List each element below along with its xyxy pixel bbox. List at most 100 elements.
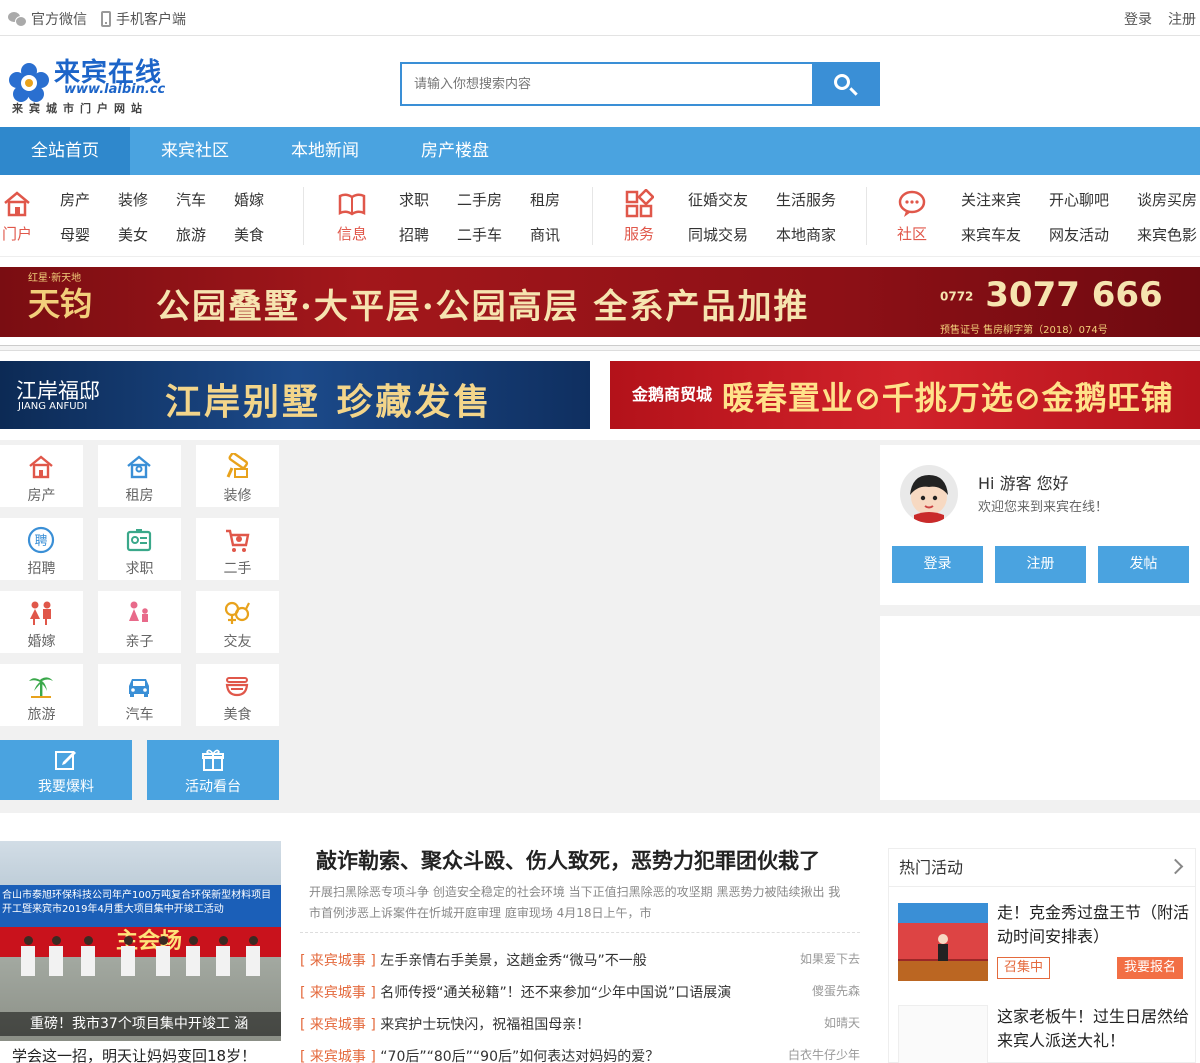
news-title[interactable]: 来宾护士玩快闪，祝福祖国母亲！ xyxy=(380,1017,590,1033)
subnav-community-links: 关注来宾 开心聊吧 谈房买房 来宾车友 网友活动 来宾色影 xyxy=(961,189,1197,245)
tile-parenting[interactable]: 亲子 xyxy=(98,591,181,653)
list-item[interactable]: [ 来宾城事 ] 名师传授“通关秘籍”！还不来参加“少年中国说”口语展演 傻蛋先… xyxy=(300,982,860,1006)
tile-second-hand[interactable]: 二手 xyxy=(196,518,279,580)
subnav-group-community: 社区 关注来宾 开心聊吧 谈房买房 来宾车友 网友活动 来宾色影 xyxy=(895,175,1200,257)
chat-bubble-icon xyxy=(898,190,926,217)
palm-tree-icon xyxy=(29,677,53,698)
subnav-community-entry[interactable]: 社区 xyxy=(895,189,929,245)
news-tag[interactable]: [ 来宾城事 ] xyxy=(300,953,376,969)
subnav-link[interactable]: 二手车 xyxy=(457,224,530,245)
photo-banner-text: 合山市泰旭环保科技公司年产100万吨复合环保新型材料项目开工暨来宾市2019年4… xyxy=(0,885,281,927)
subnav-info-entry[interactable]: 信息 xyxy=(335,189,369,245)
subnav-link[interactable]: 美女 xyxy=(118,224,176,245)
subnav-link[interactable]: 求职 xyxy=(399,189,457,210)
subnav-link[interactable]: 本地商家 xyxy=(776,224,846,245)
hot-activities-panel: 热门活动 走！克金秀过盘王节（附活动时间安排表） 召集中 我要报名 这家老板牛！… xyxy=(888,848,1196,1063)
activity-thumbnail[interactable] xyxy=(898,1005,988,1063)
search-bar xyxy=(400,62,880,106)
secondary-headline[interactable]: 学会这一招，明天让妈妈变回18岁！ xyxy=(12,1045,256,1063)
subnav-link[interactable]: 租房 xyxy=(530,189,570,210)
tile-dating[interactable]: 交友 xyxy=(196,591,279,653)
news-title[interactable]: “70后”“80后”“90后”如何表达对妈妈的爱？ xyxy=(380,1049,659,1063)
activity-title[interactable]: 这家老板牛！过生日居然给来宾人派送大礼！ xyxy=(997,1005,1193,1053)
subnav-link[interactable]: 母婴 xyxy=(60,224,118,245)
couple-icon xyxy=(30,601,51,625)
featured-news-photo[interactable]: 合山市泰旭环保科技公司年产100万吨复合环保新型材料项目开工暨来宾市2019年4… xyxy=(0,841,281,1041)
subnav-link[interactable]: 征婚交友 xyxy=(688,189,776,210)
banner-jine-mall[interactable]: 金鹅商贸城 暖春置业⊘千挑万选⊘金鹅旺铺 xyxy=(610,361,1200,429)
book-icon xyxy=(338,193,366,216)
tile-recruit[interactable]: 聘 招聘 xyxy=(0,518,83,580)
search-input[interactable] xyxy=(402,64,812,104)
tile-real-estate[interactable]: 房产 xyxy=(0,445,83,507)
subnav-group-service: 服务 征婚交友 生活服务 同城交易 本地商家 xyxy=(622,175,862,257)
activity-photo-icon xyxy=(898,903,988,981)
banner-jiang-anfudi[interactable]: 江岸福邸 JIANG ANFUDI 江岸别墅 珍藏发售 xyxy=(0,361,590,429)
subnav-link[interactable]: 网友活动 xyxy=(1049,224,1137,245)
search-button[interactable] xyxy=(812,64,878,104)
subnav-service-entry[interactable]: 服务 xyxy=(622,188,656,245)
nav-home[interactable]: 全站首页 xyxy=(0,127,130,175)
subnav-link[interactable]: 二手房 xyxy=(457,189,530,210)
headline-title[interactable]: 敲诈勒索、聚众斗殴、伤人致死，恶势力犯罪团伙栽了 xyxy=(316,845,820,875)
tile-decoration[interactable]: 装修 xyxy=(196,445,279,507)
subnav-link[interactable]: 来宾车友 xyxy=(961,224,1049,245)
site-logo[interactable]: 来宾在线 www.laibin.cc 来宾城市门户网站 xyxy=(4,50,174,116)
subnav-link[interactable]: 汽车 xyxy=(176,189,234,210)
subnav-link[interactable]: 旅游 xyxy=(176,224,234,245)
user-panel: Hi 游客 您好 欢迎您来到来宾在线！ 登录 注册 发帖 xyxy=(880,445,1200,605)
tile-travel[interactable]: 旅游 xyxy=(0,664,83,726)
tile-job-seek[interactable]: 求职 xyxy=(98,518,181,580)
subnav-link[interactable]: 关注来宾 xyxy=(961,189,1049,210)
subnav-group-portal: 门户 房产 装修 汽车 婚嫁 母婴 美女 旅游 美食 xyxy=(0,175,290,257)
activity-title[interactable]: 走！克金秀过盘王节（附活动时间安排表） xyxy=(997,901,1193,949)
news-title[interactable]: 左手亲情右手美景，这趟金秀“微马”不一般 xyxy=(380,953,647,969)
news-tag[interactable]: [ 来宾城事 ] xyxy=(300,985,376,1001)
nav-real-estate[interactable]: 房产楼盘 xyxy=(390,127,520,175)
news-author: 傻蛋先森 xyxy=(811,984,860,998)
tile-rental[interactable]: 租房 xyxy=(98,445,181,507)
subnav-link[interactable]: 谈房买房 xyxy=(1137,189,1197,210)
banner-tianjun[interactable]: 红星·新天地 天钧 公园叠墅·大平层·公园高层 全系产品加推 0772 3077… xyxy=(0,267,1200,337)
logo-slogan: 来宾城市门户网站 xyxy=(12,102,148,115)
list-item[interactable]: [ 来宾城事 ] 来宾护士玩快闪，祝福祖国母亲！ 如晴天 xyxy=(300,1014,860,1038)
register-button[interactable]: 注册 xyxy=(995,546,1086,583)
hot-activities-title: 热门活动 xyxy=(899,858,964,877)
post-button[interactable]: 发帖 xyxy=(1098,546,1189,583)
activities-button[interactable]: 活动看台 xyxy=(147,740,279,800)
news-tag[interactable]: [ 来宾城事 ] xyxy=(300,1017,376,1033)
subnav-portal-entry[interactable]: 门户 xyxy=(0,189,34,245)
hot-activities-header[interactable]: 热门活动 xyxy=(889,849,1195,887)
subnav-link[interactable]: 招聘 xyxy=(399,224,457,245)
tile-car[interactable]: 汽车 xyxy=(98,664,181,726)
list-item[interactable]: [ 来宾城事 ] 左手亲情右手美景，这趟金秀“微马”不一般 如果爱下去 xyxy=(300,950,860,974)
nav-local-news[interactable]: 本地新闻 xyxy=(260,127,390,175)
subnav-link[interactable]: 同城交易 xyxy=(688,224,776,245)
tile-food[interactable]: 美食 xyxy=(196,664,279,726)
subnav-link[interactable]: 装修 xyxy=(118,189,176,210)
subnav-link[interactable]: 婚嫁 xyxy=(234,189,274,210)
signup-button[interactable]: 我要报名 xyxy=(1117,957,1183,979)
subnav-link[interactable]: 生活服务 xyxy=(776,189,846,210)
subnav-link[interactable]: 商讯 xyxy=(530,224,570,245)
news-tag[interactable]: [ 来宾城事 ] xyxy=(300,1049,376,1063)
top-login-link[interactable]: 登录 xyxy=(1124,9,1152,29)
subnav-link[interactable]: 美食 xyxy=(234,224,274,245)
activity-thumbnail[interactable] xyxy=(898,903,988,981)
top-register-link[interactable]: 注册 xyxy=(1168,9,1196,29)
mobile-client-link[interactable]: 手机客户端 xyxy=(101,9,186,29)
list-item[interactable]: [ 来宾城事 ] “70后”“80后”“90后”如何表达对妈妈的爱？ 白衣牛仔少… xyxy=(300,1046,860,1063)
tile-wedding[interactable]: 婚嫁 xyxy=(0,591,83,653)
subnav-link[interactable]: 来宾色影 xyxy=(1137,224,1197,245)
submit-tip-button[interactable]: 我要爆料 xyxy=(0,740,132,800)
subnav-link[interactable]: 房产 xyxy=(60,189,118,210)
login-button[interactable]: 登录 xyxy=(892,546,983,583)
news-title[interactable]: 名师传授“通关秘籍”！还不来参加“少年中国说”口语展演 xyxy=(380,985,731,1001)
recruit-icon: 聘 xyxy=(27,526,55,554)
subnav-service-links: 征婚交友 生活服务 同城交易 本地商家 xyxy=(688,189,846,245)
wechat-icon xyxy=(8,12,27,27)
nav-community[interactable]: 来宾社区 xyxy=(130,127,260,175)
wechat-link[interactable]: 官方微信 xyxy=(8,9,87,29)
search-icon xyxy=(834,74,850,90)
subnav-link[interactable]: 开心聊吧 xyxy=(1049,189,1137,210)
